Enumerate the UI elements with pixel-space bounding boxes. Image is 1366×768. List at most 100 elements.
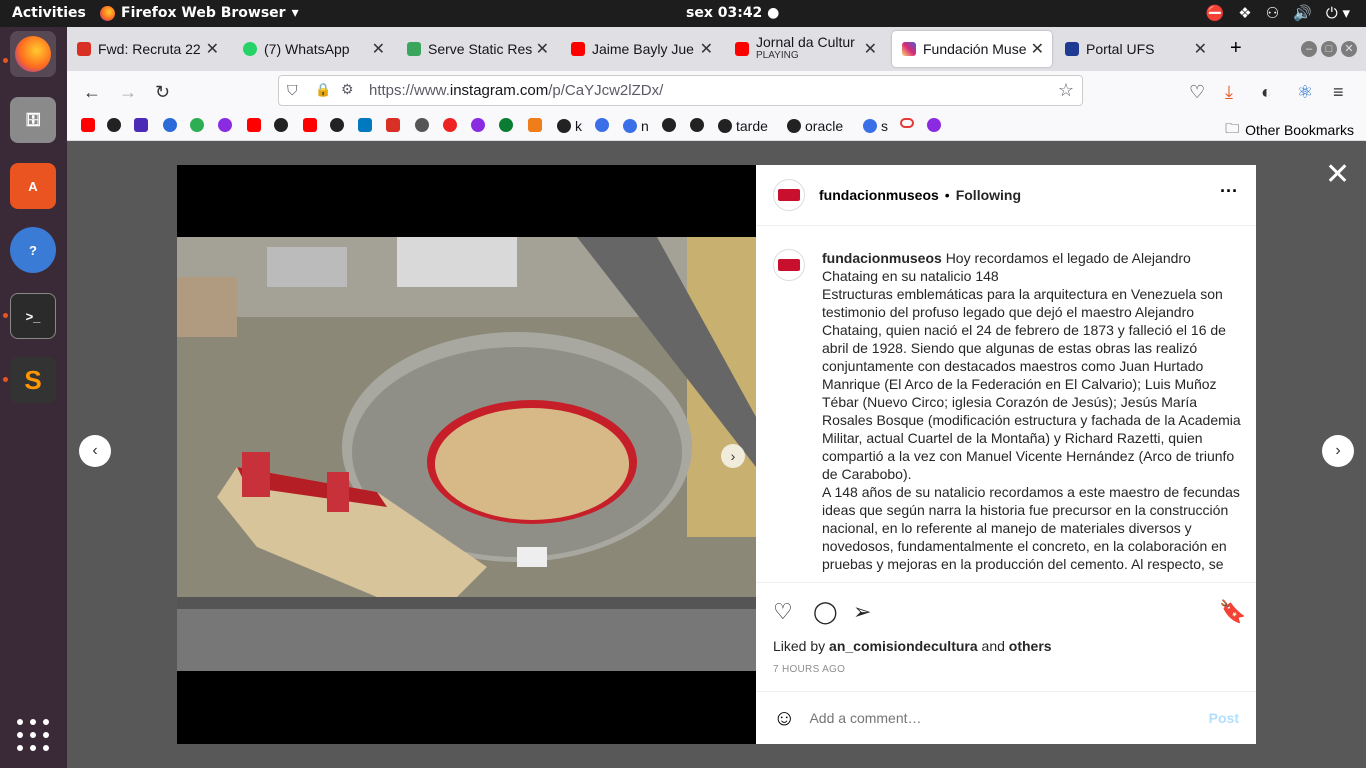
bookmark-k[interactable]: k bbox=[557, 118, 582, 134]
network-icon[interactable]: ⚇ bbox=[1266, 4, 1279, 22]
tab-youtube-bayly[interactable]: Jaime Bayly Jue ✕ bbox=[561, 31, 721, 67]
tab-gmail[interactable]: Fwd: Recruta 22 ✕ bbox=[67, 31, 227, 67]
comment-input[interactable] bbox=[809, 710, 1195, 726]
minimize-button[interactable]: – bbox=[1301, 41, 1317, 57]
menu-icon[interactable]: ≡ bbox=[1333, 82, 1344, 103]
liked-by-others[interactable]: others bbox=[1009, 638, 1052, 654]
activities-button[interactable]: Activities bbox=[12, 5, 86, 21]
bookmark-purple[interactable] bbox=[471, 118, 485, 132]
clock[interactable]: sex 03:42 ● bbox=[686, 5, 779, 21]
navigation-bar: ← → ↻ ⛉ 🔒 ⚙ https://www. instagram.com/p/… bbox=[67, 71, 1366, 111]
reload-button[interactable]: ↻ bbox=[155, 82, 170, 103]
bookmark-tarde[interactable]: tarde bbox=[718, 118, 768, 134]
shield-icon[interactable]: ⛉ bbox=[287, 82, 298, 99]
comment-icon[interactable]: ◯ bbox=[813, 599, 838, 625]
carousel-next-button[interactable]: › bbox=[721, 444, 745, 468]
power-icon[interactable]: ⏻ ▾ bbox=[1326, 4, 1350, 22]
bookmark-cyan[interactable] bbox=[443, 118, 457, 132]
bookmark-bar[interactable] bbox=[134, 118, 148, 132]
sublime-dock-icon[interactable]: S bbox=[10, 357, 56, 403]
firefox-dock-icon[interactable] bbox=[10, 31, 56, 77]
bookmark-play[interactable] bbox=[163, 118, 177, 132]
bookmark-youtube[interactable] bbox=[247, 118, 261, 132]
post-timestamp[interactable]: 7 HOURS AGO bbox=[773, 664, 845, 675]
extension-icon[interactable]: ◐ bbox=[1261, 82, 1272, 103]
share-icon[interactable]: ➢ bbox=[853, 599, 871, 625]
forward-button[interactable]: → bbox=[119, 82, 137, 103]
bookmark-leaf[interactable] bbox=[190, 118, 204, 132]
bookmark-code[interactable] bbox=[415, 118, 429, 132]
close-tab-icon[interactable]: ✕ bbox=[700, 39, 713, 59]
terminal-dock-icon[interactable]: >_ bbox=[10, 293, 56, 339]
react-devtools-icon[interactable]: ⚛ bbox=[1297, 82, 1313, 103]
caption-username[interactable]: fundacionmuseos bbox=[822, 250, 942, 266]
bookmark-gmail[interactable] bbox=[386, 118, 400, 132]
bookmarks-toolbar: k n tarde oracle s 🗀 Other Bookmarks bbox=[67, 111, 1366, 141]
bookmark-flag[interactable] bbox=[499, 118, 513, 132]
do-not-disturb-icon[interactable]: ⛔ bbox=[1206, 4, 1225, 22]
following-button[interactable]: Following bbox=[956, 187, 1021, 203]
tab-title: Jornal da Cultur bbox=[756, 35, 855, 49]
close-tab-icon[interactable]: ✕ bbox=[1194, 39, 1207, 59]
show-apps-icon[interactable] bbox=[17, 719, 49, 751]
app-menu[interactable]: Firefox Web Browser ▾ bbox=[100, 5, 299, 21]
emoji-icon[interactable]: ☺ bbox=[773, 705, 795, 731]
like-icon[interactable]: ♡ bbox=[773, 599, 793, 625]
back-button[interactable]: ← bbox=[83, 82, 101, 103]
bookmark-youtube[interactable] bbox=[303, 118, 317, 132]
bookmark-purple[interactable] bbox=[927, 118, 941, 132]
tab-serve-static[interactable]: Serve Static Res ✕ bbox=[397, 31, 557, 67]
bookmark-red[interactable] bbox=[900, 118, 914, 128]
url-bar[interactable]: ⛉ 🔒 ⚙ https://www. instagram.com/p/CaYJcw… bbox=[278, 75, 1083, 106]
tab-youtube-jornal[interactable]: Jornal da Cultur PLAYING ✕ bbox=[725, 31, 885, 67]
avatar[interactable] bbox=[773, 249, 805, 281]
close-tab-icon[interactable]: ✕ bbox=[536, 39, 549, 59]
dropbox-icon[interactable]: ❖ bbox=[1238, 4, 1251, 22]
bookmark-github[interactable] bbox=[107, 118, 121, 132]
software-dock-icon[interactable]: A bbox=[10, 163, 56, 209]
bookmark-blue[interactable] bbox=[595, 118, 609, 132]
bookmark-github[interactable] bbox=[330, 118, 344, 132]
help-dock-icon[interactable]: ? bbox=[10, 227, 56, 273]
save-icon[interactable]: 🔖 bbox=[1219, 599, 1246, 625]
bookmark-trello[interactable] bbox=[358, 118, 372, 132]
close-modal-button[interactable]: ✕ bbox=[1325, 157, 1350, 192]
maximize-button[interactable]: □ bbox=[1321, 41, 1337, 57]
bookmark-github[interactable] bbox=[690, 118, 704, 132]
post-comment-button[interactable]: Post bbox=[1209, 710, 1239, 726]
bookmark-box[interactable] bbox=[528, 118, 542, 132]
bookmark-youtube[interactable] bbox=[81, 118, 95, 132]
tab-portal-ufs[interactable]: Portal UFS ✕ bbox=[1055, 31, 1215, 67]
avatar[interactable] bbox=[773, 179, 805, 211]
bookmark-github[interactable] bbox=[662, 118, 676, 132]
bookmark-n[interactable]: n bbox=[623, 118, 649, 134]
close-tab-icon[interactable]: ✕ bbox=[206, 39, 219, 59]
system-tray[interactable]: ⛔ ❖ ⚇ 🔊 ⏻ ▾ bbox=[1206, 4, 1350, 22]
liked-by-user[interactable]: an_comisiondecultura bbox=[829, 638, 978, 654]
pocket-icon[interactable]: ♡ bbox=[1189, 82, 1205, 103]
files-dock-icon[interactable]: 🗄 bbox=[10, 97, 56, 143]
bookmark-purple[interactable] bbox=[218, 118, 232, 132]
youtube-icon bbox=[735, 42, 749, 56]
bookmark-star-icon[interactable]: ☆ bbox=[1058, 80, 1074, 101]
bookmark-oracle[interactable]: oracle bbox=[787, 118, 843, 134]
bookmark-s[interactable]: s bbox=[863, 118, 888, 134]
lock-icon[interactable]: 🔒 bbox=[315, 82, 331, 98]
tab-whatsapp[interactable]: (7) WhatsApp ✕ bbox=[233, 31, 393, 67]
tab-instagram[interactable]: Fundación Muse ✕ bbox=[892, 31, 1052, 67]
permissions-icon[interactable]: ⚙ bbox=[341, 81, 354, 98]
chevron-down-icon: ▾ bbox=[291, 5, 299, 21]
next-post-button[interactable]: › bbox=[1322, 435, 1354, 467]
previous-post-button[interactable]: ‹ bbox=[79, 435, 111, 467]
more-options-icon[interactable]: ··· bbox=[1220, 181, 1238, 202]
close-tab-icon[interactable]: ✕ bbox=[864, 39, 877, 59]
close-tab-icon[interactable]: ✕ bbox=[372, 39, 385, 59]
post-username[interactable]: fundacionmuseos bbox=[819, 187, 939, 203]
close-tab-icon[interactable]: ✕ bbox=[1031, 39, 1044, 59]
volume-icon[interactable]: 🔊 bbox=[1293, 4, 1312, 22]
new-tab-button[interactable]: + bbox=[1230, 37, 1242, 60]
downloads-icon[interactable]: ⤓ bbox=[1225, 82, 1233, 103]
close-window-button[interactable]: ✕ bbox=[1341, 41, 1357, 57]
other-bookmarks[interactable]: 🗀 Other Bookmarks bbox=[1225, 118, 1354, 142]
bookmark-github[interactable] bbox=[274, 118, 288, 132]
